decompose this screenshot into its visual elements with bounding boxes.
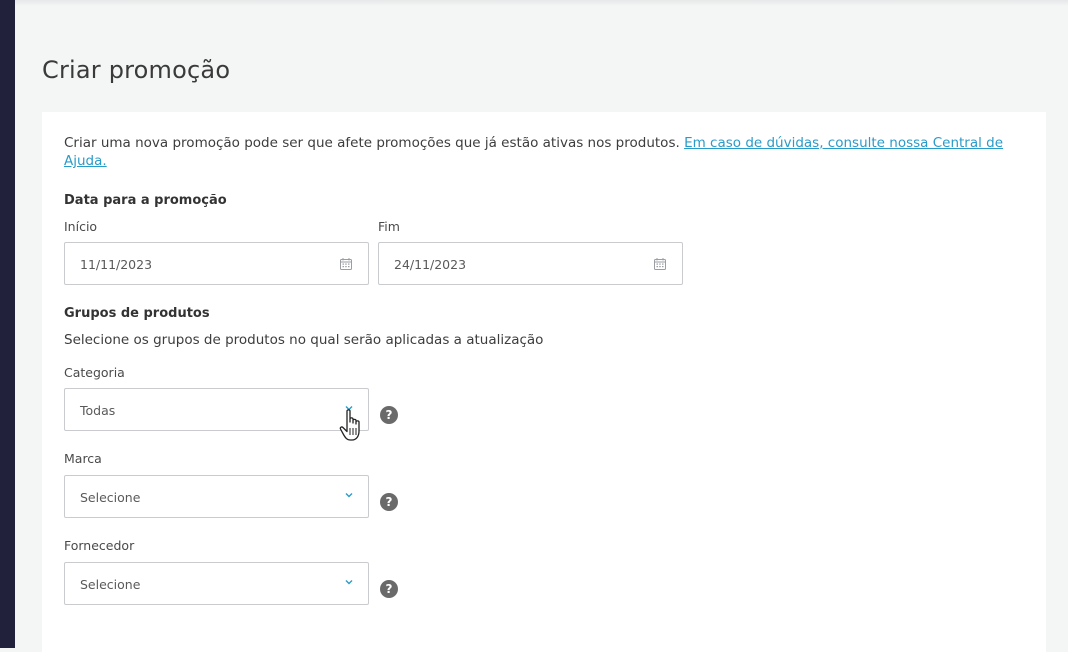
category-label: Categoria: [64, 365, 125, 380]
end-date-label: Fim: [378, 219, 400, 234]
top-bar-shadow: [15, 0, 1068, 6]
hand-cursor-icon: [339, 409, 360, 441]
start-date-value: 11/11/2023: [80, 257, 153, 272]
product-groups-description: Selecione os grupos de produtos no qual …: [64, 332, 544, 348]
supplier-label: Fornecedor: [64, 538, 135, 553]
end-date-value: 24/11/2023: [394, 257, 467, 272]
promotion-form-card: Criar uma nova promoção pode ser que afe…: [42, 112, 1046, 652]
supplier-value: Selecione: [80, 577, 141, 592]
start-date-label: Início: [64, 219, 98, 234]
supplier-select[interactable]: Selecione: [64, 562, 369, 605]
chevron-down-icon[interactable]: [344, 491, 354, 499]
page-title: Criar promoção: [42, 56, 231, 84]
end-date-input[interactable]: 24/11/2023: [378, 242, 683, 285]
brand-help-icon[interactable]: ?: [380, 493, 398, 511]
start-date-input[interactable]: 11/11/2023: [64, 242, 369, 285]
category-select[interactable]: Todas: [64, 388, 369, 431]
intro-message: Criar uma nova promoção pode ser que afe…: [64, 135, 685, 151]
brand-select[interactable]: Selecione: [64, 475, 369, 518]
intro-text: Criar uma nova promoção pode ser que afe…: [64, 134, 1029, 170]
calendar-icon[interactable]: [340, 258, 352, 270]
chevron-down-icon[interactable]: [344, 578, 354, 586]
date-section-title: Data para a promoção: [64, 193, 227, 208]
brand-value: Selecione: [80, 490, 141, 505]
supplier-help-icon[interactable]: ?: [380, 580, 398, 598]
product-groups-title: Grupos de produtos: [64, 306, 210, 321]
sidebar-strip: [0, 0, 15, 648]
category-value: Todas: [80, 403, 116, 418]
calendar-icon[interactable]: [654, 258, 666, 270]
category-help-icon[interactable]: ?: [380, 406, 398, 424]
brand-label: Marca: [64, 451, 102, 466]
